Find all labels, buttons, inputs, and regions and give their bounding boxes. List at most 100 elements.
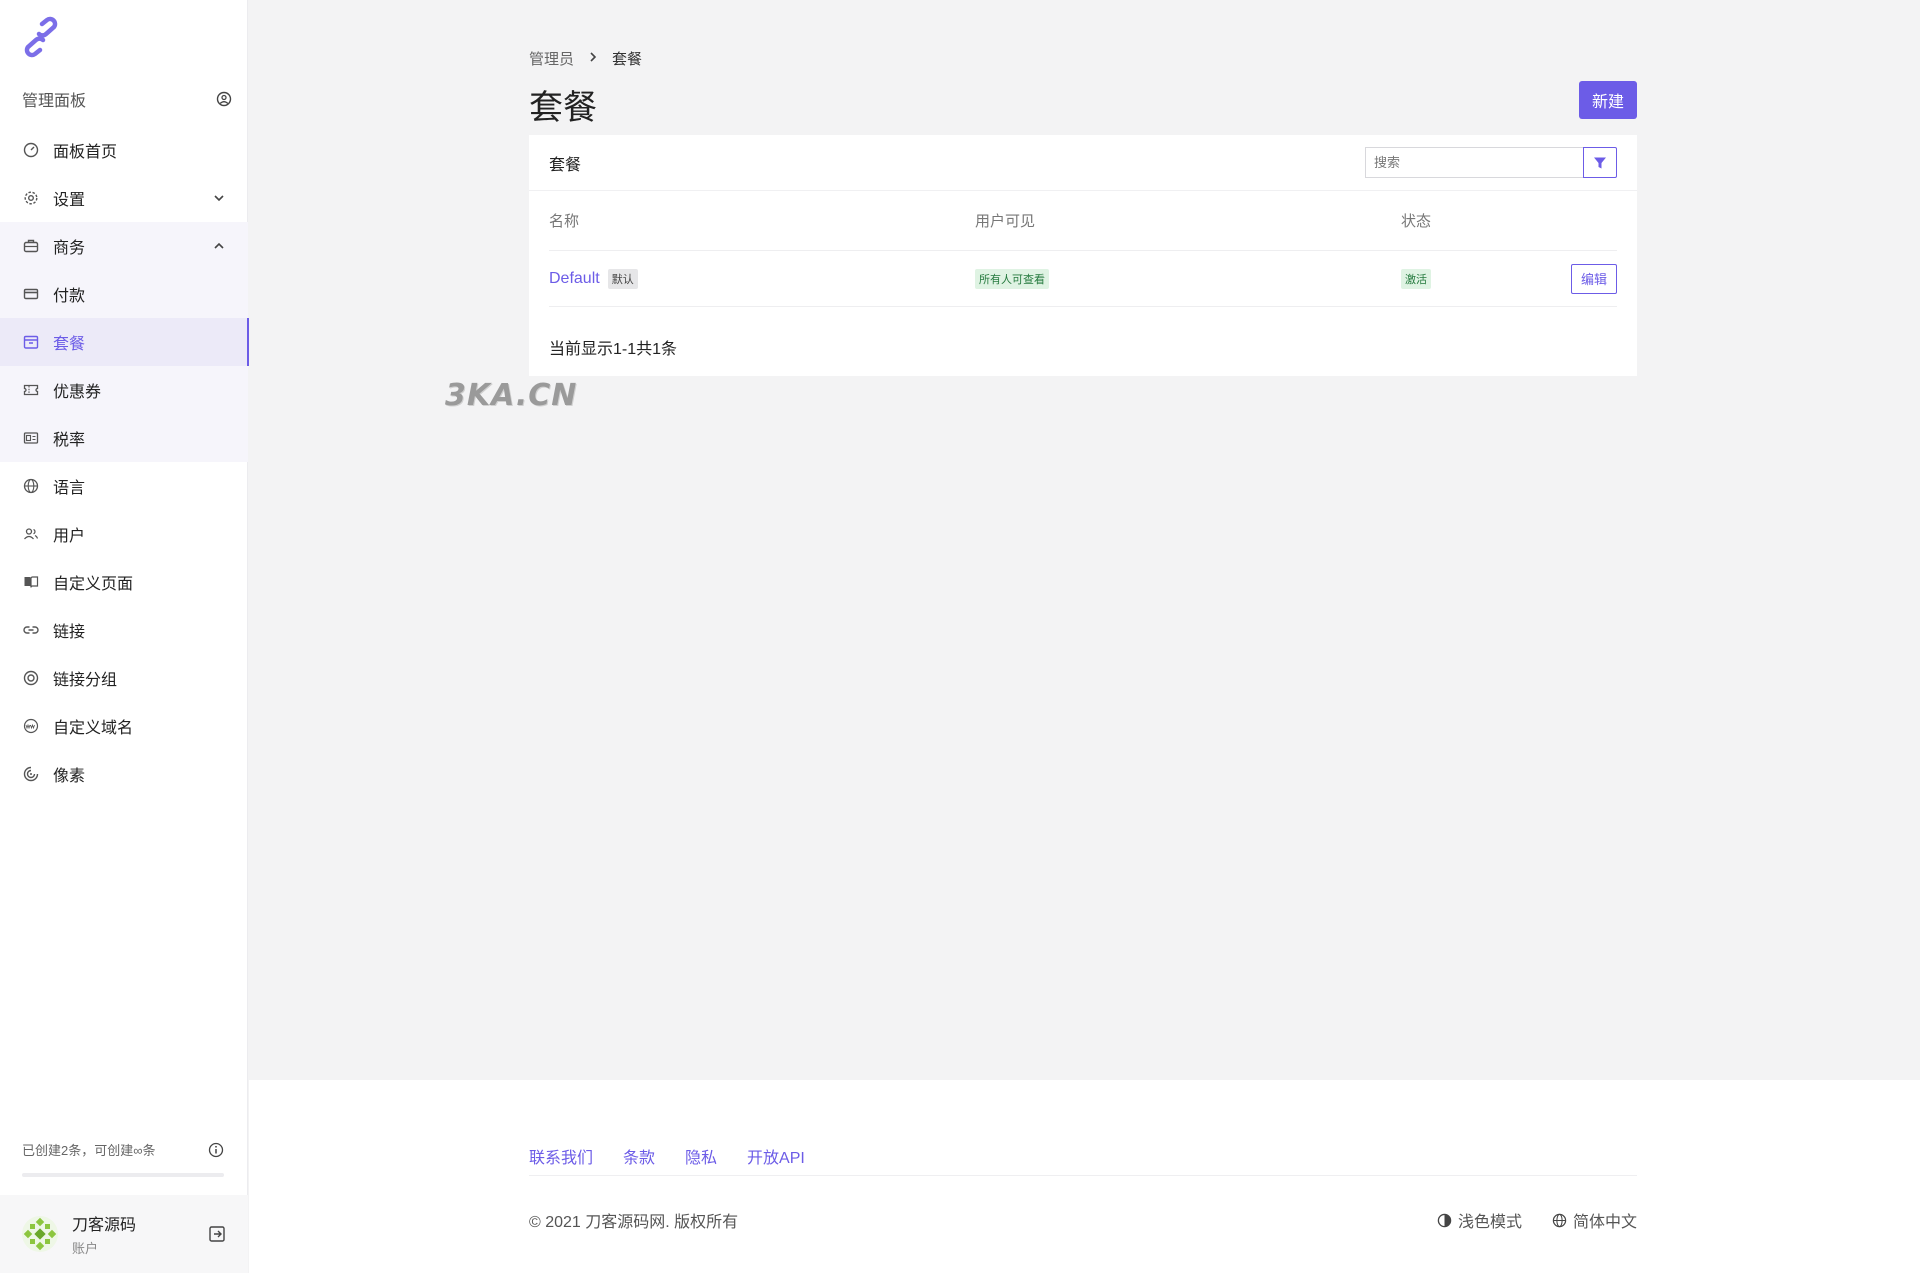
link-icon — [22, 621, 40, 639]
breadcrumb-current: 套餐 — [612, 51, 643, 68]
footer: 联系我们 条款 隐私 开放API © 2021 刀客源码网. 版权所有 浅色模式… — [249, 1080, 1920, 1273]
column-header-status: 状态 — [1401, 213, 1432, 230]
language-label: 简体中文 — [1572, 1214, 1637, 1231]
new-plan-button[interactable]: 新建 — [1579, 81, 1637, 119]
sidebar-item-business[interactable]: 商务 — [0, 222, 248, 270]
quota-progress-bar — [22, 1173, 224, 1177]
chevron-right-icon — [588, 50, 598, 67]
chevron-up-icon[interactable] — [212, 239, 226, 253]
sidebar-item-label: 设置 — [53, 192, 86, 209]
avatar — [22, 1216, 58, 1252]
filter-button[interactable] — [1583, 147, 1617, 178]
card-header: 套餐 — [529, 135, 1637, 191]
plans-card: 套餐 名称 用户可见 状态 Default 默认 所有人可查看 激活 — [529, 135, 1637, 376]
watermark: 3KA.CN — [445, 378, 578, 413]
sidebar-nav: 面板首页 设置 商务 付款 套餐 优惠券 税率 语言 用户 自定义页面 链接 链… — [0, 126, 249, 798]
sidebar-item-languages[interactable]: 语言 — [0, 462, 248, 510]
sidebar-item-settings[interactable]: 设置 — [0, 174, 248, 222]
account-role: 账户 — [72, 1241, 99, 1256]
language-selector[interactable]: 简体中文 — [1552, 1208, 1637, 1232]
dashboard-icon — [22, 141, 40, 159]
sidebar-item-custom-pages[interactable]: 自定义页面 — [0, 558, 248, 606]
footer-link-api[interactable]: 开放API — [747, 1144, 805, 1168]
sidebar-item-tax-rates[interactable]: 税率 — [0, 414, 248, 462]
pixel-icon — [22, 765, 40, 783]
account-name: 刀客源码 — [72, 1217, 137, 1234]
plan-name-link[interactable]: Default — [549, 270, 600, 287]
footer-link-contact[interactable]: 联系我们 — [529, 1144, 593, 1168]
logo-link-icon[interactable] — [20, 16, 62, 58]
filter-icon — [1594, 157, 1606, 168]
contrast-icon — [1437, 1213, 1452, 1227]
sidebar-item-label: 链接 — [53, 624, 86, 641]
main-content: 管理员 套餐 套餐 新建 套餐 名称 用户可见 状态 — [249, 0, 1920, 1273]
sidebar-item-link-groups[interactable]: 链接分组 — [0, 654, 248, 702]
user-circle-icon[interactable] — [216, 91, 232, 107]
sidebar-item-payments[interactable]: 付款 — [0, 270, 248, 318]
panel-header: 管理面板 — [22, 86, 232, 112]
logout-icon[interactable] — [208, 1225, 226, 1243]
breadcrumb: 管理员 套餐 — [529, 48, 642, 69]
globe-icon — [1552, 1213, 1567, 1227]
briefcase-icon — [22, 237, 40, 255]
breadcrumb-parent[interactable]: 管理员 — [529, 48, 574, 69]
info-icon[interactable] — [208, 1142, 224, 1158]
footer-link-terms[interactable]: 条款 — [623, 1144, 655, 1168]
sidebar-item-plans[interactable]: 套餐 — [0, 318, 249, 366]
footer-divider — [529, 1175, 1637, 1176]
target-icon — [22, 669, 40, 687]
theme-toggle[interactable]: 浅色模式 — [1437, 1208, 1522, 1232]
sidebar-item-label: 用户 — [53, 528, 86, 545]
search-group — [1365, 147, 1617, 178]
sidebar-item-label: 面板首页 — [53, 144, 118, 161]
pagination-summary: 当前显示1-1共1条 — [549, 341, 678, 358]
theme-label: 浅色模式 — [1457, 1214, 1522, 1231]
sidebar-item-custom-domains[interactable]: 自定义域名 — [0, 702, 248, 750]
sidebar-item-label: 链接分组 — [53, 672, 118, 689]
status-badge: 激活 — [1401, 268, 1431, 289]
column-header-visibility: 用户可见 — [975, 213, 1036, 230]
edit-button[interactable]: 编辑 — [1571, 263, 1617, 294]
receipt-icon — [22, 429, 40, 447]
users-icon — [22, 525, 40, 543]
plans-table: 名称 用户可见 状态 Default 默认 所有人可查看 激活 编辑 — [549, 191, 1617, 307]
visibility-badge: 所有人可查看 — [975, 268, 1049, 289]
sidebar-item-label: 语言 — [53, 480, 86, 497]
gear-icon — [22, 189, 40, 207]
default-badge: 默认 — [607, 268, 638, 289]
book-icon — [22, 573, 40, 591]
sidebar-item-label: 税率 — [53, 432, 86, 449]
sidebar-item-label: 付款 — [53, 288, 86, 305]
footer-settings: 浅色模式 简体中文 — [1437, 1208, 1637, 1232]
card-title: 套餐 — [549, 156, 582, 174]
sidebar-item-pixels[interactable]: 像素 — [0, 750, 248, 798]
sidebar-item-label: 像素 — [53, 768, 86, 785]
quota-panel: 已创建2条，可创建∞条 — [22, 1140, 224, 1177]
sidebar-item-dashboard[interactable]: 面板首页 — [0, 126, 248, 174]
search-input[interactable] — [1365, 147, 1583, 178]
www-icon — [22, 717, 40, 735]
footer-links: 联系我们 条款 隐私 开放API — [529, 1144, 805, 1168]
package-icon — [22, 333, 40, 351]
credit-card-icon — [22, 285, 40, 303]
table-row: Default 默认 所有人可查看 激活 编辑 — [549, 251, 1617, 307]
sidebar-item-users[interactable]: 用户 — [0, 510, 248, 558]
footer-link-privacy[interactable]: 隐私 — [685, 1144, 717, 1168]
sidebar-item-label: 商务 — [53, 240, 86, 257]
table-header-row: 名称 用户可见 状态 — [549, 191, 1617, 251]
quota-text: 已创建2条，可创建∞条 — [22, 1143, 156, 1158]
sidebar-item-coupons[interactable]: 优惠券 — [0, 366, 248, 414]
page-title: 套餐 — [529, 89, 597, 127]
sidebar-item-links[interactable]: 链接 — [0, 606, 248, 654]
panel-title: 管理面板 — [22, 93, 87, 110]
chevron-down-icon[interactable] — [212, 191, 226, 205]
globe-icon — [22, 477, 40, 495]
sidebar-item-label: 套餐 — [53, 336, 86, 353]
account-panel[interactable]: 刀客源码 账户 — [0, 1195, 248, 1273]
sidebar: 管理面板 面板首页 设置 商务 付款 套餐 优惠券 税率 语言 用户 自定义页面… — [0, 0, 249, 1273]
copyright: © 2021 刀客源码网. 版权所有 — [529, 1214, 739, 1231]
column-header-name: 名称 — [549, 213, 580, 230]
sidebar-item-label: 自定义域名 — [53, 720, 134, 737]
ticket-icon — [22, 381, 40, 399]
sidebar-item-label: 优惠券 — [53, 384, 102, 401]
